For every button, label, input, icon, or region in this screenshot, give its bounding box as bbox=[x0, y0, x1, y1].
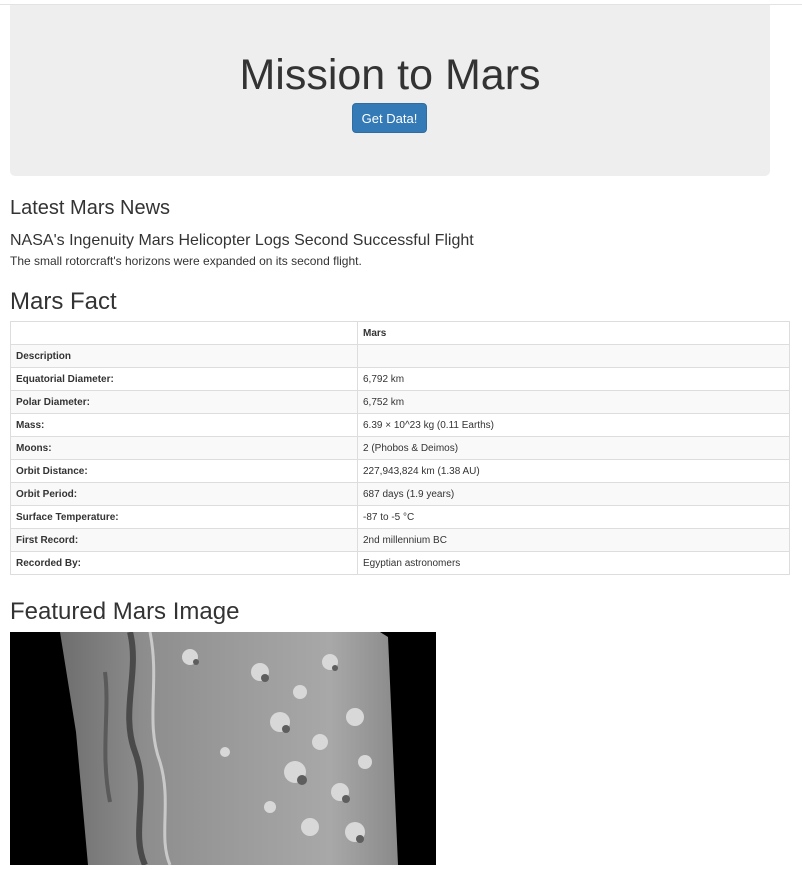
fact-value: 2 (Phobos & Deimos) bbox=[357, 436, 790, 460]
table-row: Orbit Period: 687 days (1.9 years) bbox=[10, 482, 790, 506]
featured-mars-image bbox=[10, 632, 436, 865]
fact-label: Recorded By: bbox=[10, 551, 358, 575]
get-data-button[interactable]: Get Data! bbox=[352, 103, 427, 133]
fact-label: Orbit Period: bbox=[10, 482, 358, 506]
fact-label: Mass: bbox=[10, 413, 358, 437]
fact-value bbox=[357, 344, 790, 368]
table-header-row: Mars bbox=[10, 321, 790, 345]
featured-image-heading: Featured Mars Image bbox=[10, 598, 240, 625]
table-row: Surface Temperature: -87 to -5 °C bbox=[10, 505, 790, 529]
fact-value: 227,943,824 km (1.38 AU) bbox=[357, 459, 790, 483]
fact-value: 2nd millennium BC bbox=[357, 528, 790, 552]
fact-value: 6,792 km bbox=[357, 367, 790, 391]
fact-label: Orbit Distance: bbox=[10, 459, 358, 483]
table-row: Polar Diameter: 6,752 km bbox=[10, 390, 790, 414]
table-row: Equatorial Diameter: 6,792 km bbox=[10, 367, 790, 391]
table-header-mars: Mars bbox=[357, 321, 790, 345]
fact-label: Polar Diameter: bbox=[10, 390, 358, 414]
mars-facts-table: Mars Description Equatorial Diameter: 6,… bbox=[10, 321, 790, 575]
fact-label: First Record: bbox=[10, 528, 358, 552]
fact-label: Moons: bbox=[10, 436, 358, 460]
fact-label: Surface Temperature: bbox=[10, 505, 358, 529]
fact-value: 687 days (1.9 years) bbox=[357, 482, 790, 506]
news-heading: Latest Mars News bbox=[10, 197, 171, 219]
table-row: Mass: 6.39 × 10^23 kg (0.11 Earths) bbox=[10, 413, 790, 437]
table-row: Description bbox=[10, 344, 790, 368]
table-row: Orbit Distance: 227,943,824 km (1.38 AU) bbox=[10, 459, 790, 483]
table-header-blank bbox=[10, 321, 358, 345]
fact-label: Description bbox=[10, 344, 358, 368]
table-row: Moons: 2 (Phobos & Deimos) bbox=[10, 436, 790, 460]
news-teaser: The small rotorcraft's horizons were exp… bbox=[10, 254, 362, 268]
table-row: First Record: 2nd millennium BC bbox=[10, 528, 790, 552]
jumbotron: Mission to Mars Get Data! bbox=[10, 5, 770, 176]
fact-value: Egyptian astronomers bbox=[357, 551, 790, 575]
fact-label: Equatorial Diameter: bbox=[10, 367, 358, 391]
page-title: Mission to Mars bbox=[239, 51, 541, 99]
facts-heading: Mars Fact bbox=[10, 288, 117, 315]
news-title: NASA's Ingenuity Mars Helicopter Logs Se… bbox=[10, 232, 474, 249]
fact-value: 6,752 km bbox=[357, 390, 790, 414]
table-row: Recorded By: Egyptian astronomers bbox=[10, 551, 790, 575]
fact-value: -87 to -5 °C bbox=[357, 505, 790, 529]
fact-value: 6.39 × 10^23 kg (0.11 Earths) bbox=[357, 413, 790, 437]
